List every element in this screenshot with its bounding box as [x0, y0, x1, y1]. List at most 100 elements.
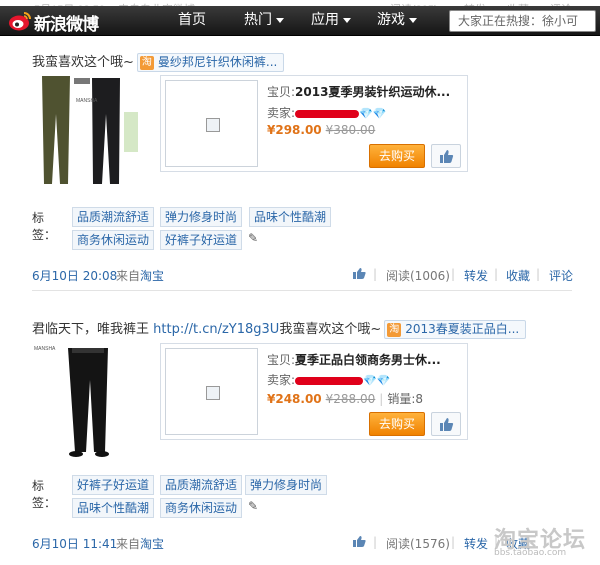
product-photo[interactable]: MANSHA [32, 340, 150, 460]
taobao-chip-label: 2013春夏装正品白... [405, 322, 520, 336]
product-photo[interactable]: MANSHA [32, 72, 150, 192]
tag-item[interactable]: 商务休闲运动 [72, 230, 155, 250]
buy-button[interactable]: 去购买 [369, 412, 425, 436]
tag-label: 标签： [32, 211, 57, 242]
tag-item[interactable]: 品质潮流舒适 [160, 475, 243, 495]
tag-item[interactable]: 品味个性酷潮 [249, 207, 332, 227]
source-prefix: 来自 [116, 537, 141, 551]
tag-item[interactable]: 品质潮流舒适 [72, 207, 155, 227]
post-body: 我蛮喜欢这个哦~ [32, 55, 134, 70]
source-prefix: 来自 [116, 269, 141, 283]
price-line: ¥248.00 ¥288.00 | 销量:8 [267, 390, 423, 407]
post-meta: 6月10日 11:41 来自淘宝 | 阅读(1576) | 转发 | 收藏 [32, 535, 572, 553]
product-card-image[interactable] [165, 348, 258, 435]
separator: | [536, 267, 541, 281]
taobao-icon: 淘 [387, 322, 402, 337]
post-time[interactable]: 6月10日 20:08 [32, 267, 117, 284]
pants-photo-icon: MANSHA [32, 72, 150, 192]
top-navigation-bar: 新浪微博 首页 热门 应用 游戏 大家正在热搜：徐小可 [0, 6, 600, 36]
product-card: 宝贝:2013夏季男装针织运动休... 卖家: 💎💎 ¥298.00 ¥380.00… [160, 75, 468, 172]
tag-label: 标签： [32, 479, 57, 510]
nav-games-label: 游戏 [377, 12, 405, 28]
product-card-image[interactable] [165, 80, 258, 167]
chevron-down-icon [409, 17, 417, 23]
like-button[interactable] [352, 535, 366, 551]
read-count: 阅读(1576) [386, 537, 450, 551]
thumbs-up-icon [353, 536, 366, 547]
comment-button[interactable]: 评论 [549, 267, 573, 284]
diamond-icon: 💎💎 [363, 374, 391, 387]
seller-label: 卖家: [267, 373, 296, 387]
seller-label: 卖家: [267, 106, 296, 120]
taobao-item-chip[interactable]: 淘 2013春夏装正品白... [384, 320, 527, 339]
separator: | [379, 392, 384, 406]
post-meta: 6月10日 20:08 来自淘宝 | 阅读(1006) | 转发 | 收藏 | … [32, 267, 573, 285]
forum-watermark: 淘宝论坛 bbs.taobao.com [494, 522, 600, 565]
nav-home[interactable]: 首页 [178, 6, 206, 36]
nav-hot[interactable]: 热门 [244, 6, 284, 36]
source-app-link[interactable]: 淘宝 [140, 269, 164, 283]
thumbs-up-icon [440, 418, 454, 431]
nav-apps-label: 应用 [311, 12, 339, 28]
thumbs-up-icon [440, 150, 454, 163]
product-title-line[interactable]: 宝贝:2013夏季男装针织运动休... [267, 83, 450, 100]
original-price: ¥288.00 [325, 392, 376, 406]
taobao-item-chip[interactable]: 淘曼纱邦尼针织休闲裤... [136, 53, 285, 72]
repost-button[interactable]: 转发 [464, 535, 488, 552]
weibo-eye-icon [9, 12, 31, 31]
search-input[interactable]: 大家正在热搜：徐小可 [449, 10, 596, 32]
product-title: 夏季正品白领商务男士休... [295, 353, 441, 367]
redaction-mark [295, 376, 364, 385]
separator: | [373, 267, 378, 281]
price-line: ¥298.00 ¥380.00 [267, 123, 375, 137]
svg-text:MANSHA: MANSHA [76, 98, 98, 104]
weibo-logo[interactable]: 新浪微博 [6, 8, 126, 35]
separator: | [494, 267, 499, 281]
watermark-url: bbs.taobao.com [494, 548, 567, 558]
edit-tags-icon[interactable]: ✎ [248, 231, 258, 245]
tag-item[interactable]: 弹力修身时尚 [160, 207, 243, 227]
broken-image-icon [206, 386, 220, 400]
post-text: 我蛮喜欢这个哦~ 淘曼纱邦尼针织休闲裤... [32, 51, 285, 72]
original-price: ¥380.00 [325, 123, 376, 137]
product-title-prefix: 宝贝: [267, 353, 296, 367]
chevron-down-icon [343, 17, 351, 23]
chevron-down-icon [276, 17, 284, 23]
post-text: 君临天下，唯我裤王 http://t.cn/zY18g3U我蛮喜欢这个哦~ 淘 20… [32, 318, 527, 339]
separator: | [373, 535, 378, 549]
taobao-chip-label: 曼纱邦尼针织休闲裤... [157, 55, 278, 69]
taobao-icon: 淘 [139, 55, 154, 70]
post-divider [32, 290, 572, 291]
nav-apps[interactable]: 应用 [311, 6, 351, 36]
current-price: ¥298.00 [267, 123, 322, 137]
tag-item[interactable]: 好裤子好运道 [160, 230, 243, 250]
nav-games[interactable]: 游戏 [377, 6, 417, 36]
post-time[interactable]: 6月10日 11:41 [32, 535, 117, 552]
tag-item[interactable]: 弹力修身时尚 [245, 475, 328, 495]
product-title-line[interactable]: 宝贝:夏季正品白领商务男士休... [267, 351, 441, 368]
edit-tags-icon[interactable]: ✎ [248, 499, 258, 513]
tag-item[interactable]: 商务休闲运动 [160, 498, 243, 518]
short-url-link[interactable]: http://t.cn/zY18g3U [153, 322, 279, 337]
separator: | [451, 535, 456, 549]
like-button[interactable] [352, 267, 366, 283]
product-title-prefix: 宝贝: [267, 85, 296, 99]
tag-item[interactable]: 品味个性酷潮 [72, 498, 155, 518]
sales-count: 销量:8 [387, 392, 424, 406]
product-like-button[interactable] [431, 412, 461, 436]
source-app-link[interactable]: 淘宝 [140, 537, 164, 551]
product-card: 宝贝:夏季正品白领商务男士休... 卖家: 💎💎 ¥248.00 ¥288.00 | 销… [160, 343, 468, 440]
nav-home-label: 首页 [178, 12, 206, 28]
read-count: 阅读(1006) [386, 269, 450, 283]
tag-item[interactable]: 好裤子好运道 [72, 475, 155, 495]
repost-button[interactable]: 转发 [464, 267, 488, 284]
seller-line: 卖家: 💎💎 [267, 104, 386, 121]
diamond-icon: 💎💎 [359, 107, 387, 120]
post-body-tail: 我蛮喜欢这个哦~ [279, 322, 382, 337]
favorite-button[interactable]: 收藏 [506, 267, 530, 284]
separator: | [451, 267, 456, 281]
post-source: 来自淘宝 [116, 535, 164, 552]
buy-button[interactable]: 去购买 [369, 144, 425, 168]
current-price: ¥248.00 [267, 392, 322, 406]
product-like-button[interactable] [431, 144, 461, 168]
